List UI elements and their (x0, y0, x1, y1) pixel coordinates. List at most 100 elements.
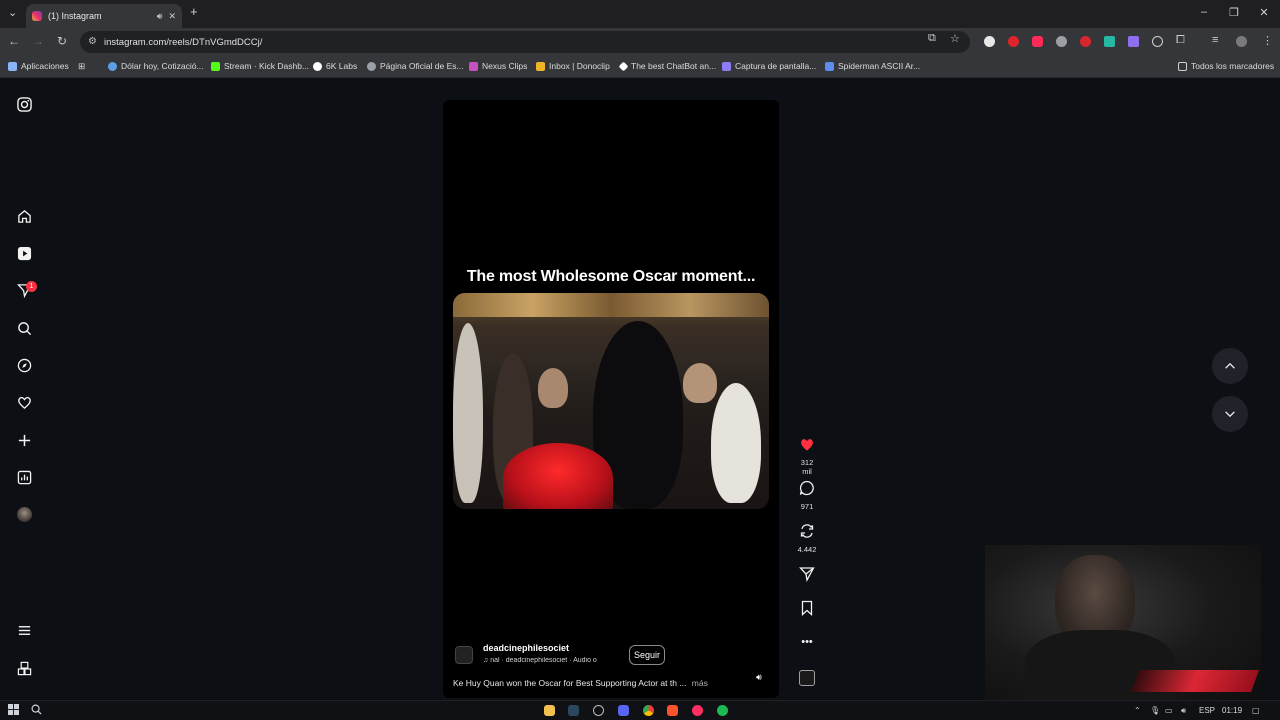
create-plus-icon[interactable] (14, 430, 34, 450)
extension-icon[interactable] (1032, 36, 1043, 47)
extension-icon[interactable] (1080, 36, 1091, 47)
more-menu-icon[interactable] (14, 620, 34, 640)
extension-icon[interactable] (1056, 36, 1067, 47)
bookmark-item[interactable]: Inbox | Donoclip (536, 61, 610, 71)
clock-time[interactable]: 01:19 (1222, 706, 1242, 715)
audio-thumbnail-image (799, 670, 815, 686)
tab-list-chevron-icon[interactable]: ⌄ (8, 6, 17, 19)
author-username[interactable]: deadcinephilesociet (483, 643, 569, 653)
bookmark-item[interactable]: 6K Labs (313, 61, 357, 71)
profile-avatar-icon[interactable] (1236, 36, 1247, 47)
save-button[interactable] (795, 600, 819, 620)
bookmark-item[interactable]: The best ChatBot an... (618, 61, 716, 71)
minimize-icon[interactable]: – (1189, 6, 1219, 18)
bookmark-item[interactable]: Captura de pantalla... (722, 61, 816, 71)
install-app-icon[interactable]: ⧉ (928, 32, 936, 45)
kick-icon (211, 61, 220, 71)
browser-toolbar: ← → ↻ ⚙ instagram.com/reels/DTnVGmdDCCj/… (0, 28, 1280, 56)
address-bar[interactable]: ⚙ instagram.com/reels/DTnVGmdDCCj/ (80, 31, 970, 53)
volume-icon[interactable]: 🔊︎ (1181, 706, 1186, 716)
bookmark-item[interactable]: Página Oficial de Es... (367, 61, 464, 71)
network-icon[interactable]: ▭ (1165, 706, 1173, 715)
globe-icon (108, 61, 117, 71)
explore-compass-icon[interactable] (14, 355, 34, 375)
notifications-icon[interactable]: ▢ (1252, 706, 1260, 715)
reel-video-caption: The most Wholesome Oscar moment... (466, 268, 756, 285)
media-controls-icon[interactable]: ≡ (1212, 34, 1218, 46)
tray-chevron-up-icon[interactable]: ⌃ (1134, 706, 1141, 715)
comment-button[interactable]: 971 (795, 480, 819, 511)
chrome-icon[interactable] (643, 705, 654, 716)
bookmarks-bar: Aplicaciones ⊞ Dólar hoy, Cotizació... S… (0, 56, 1280, 78)
bookmark-item[interactable]: Dólar hoy, Cotizació... (108, 61, 204, 71)
more-options-button[interactable]: ••• (795, 634, 819, 650)
more-link[interactable]: más (692, 678, 708, 688)
notification-badge: 1 (26, 281, 37, 292)
url-text: instagram.com/reels/DTnVGmdDCCj/ (104, 36, 263, 48)
labs-icon (313, 61, 322, 71)
extensions-puzzle-icon[interactable]: ⧠ (1176, 34, 1185, 47)
bookmark-star-icon[interactable]: ☆ (950, 32, 960, 45)
bookmark-item[interactable]: Nexus Clips (469, 61, 527, 71)
extension-icon[interactable] (1128, 36, 1139, 47)
tab-strip: ⌄ (1) Instagram 🔊︎ ✕ + – ❐ ✕ (0, 0, 1280, 28)
bookmark-icon (795, 600, 819, 620)
reel-video[interactable]: The most Wholesome Oscar moment... deadc… (443, 100, 779, 698)
speaker-icon[interactable]: 🔊︎ (157, 11, 163, 22)
brave-icon[interactable] (667, 705, 678, 716)
profile-avatar[interactable] (14, 504, 34, 524)
home-icon[interactable] (14, 206, 34, 226)
close-window-icon[interactable]: ✕ (1249, 6, 1279, 19)
media-player-icon[interactable] (692, 705, 703, 716)
new-tab-icon[interactable]: + (190, 4, 198, 19)
file-explorer-icon[interactable] (544, 705, 555, 716)
bookmark-item[interactable]: Stream · Kick Dashb... (211, 61, 309, 71)
also-from-meta-icon[interactable] (14, 658, 34, 678)
all-bookmarks[interactable]: Todos los marcadores (1178, 61, 1274, 71)
tab-instagram[interactable]: (1) Instagram 🔊︎ ✕ (26, 4, 182, 28)
bookmark-item[interactable]: Spiderman ASCII Ar... (825, 61, 920, 71)
audience-figure (683, 363, 717, 403)
like-button[interactable]: 312 mil (795, 437, 819, 476)
language-indicator[interactable]: ESP (1199, 706, 1215, 715)
extension-icon[interactable] (1104, 36, 1115, 47)
audience-figure (453, 323, 483, 503)
info-extension-icon[interactable] (1152, 36, 1163, 47)
search-icon[interactable] (14, 318, 34, 338)
reels-icon[interactable] (14, 243, 34, 263)
taskbar-search-icon[interactable] (31, 704, 42, 718)
close-tab-icon[interactable]: ✕ (168, 11, 176, 22)
spotify-icon[interactable] (717, 705, 728, 716)
instagram-logo-icon[interactable] (14, 94, 34, 114)
windows-start-icon[interactable] (8, 704, 19, 718)
extension-icon[interactable] (984, 36, 995, 47)
extension-icon[interactable] (1008, 36, 1019, 47)
like-count: 312 mil (800, 458, 814, 476)
reload-icon[interactable]: ↻ (54, 34, 70, 48)
audio-thumbnail[interactable] (795, 670, 819, 686)
steam-icon[interactable] (568, 705, 579, 716)
author-avatar[interactable] (455, 646, 473, 664)
follow-button[interactable]: Seguir (629, 645, 665, 665)
discord-icon[interactable] (618, 705, 629, 716)
notifications-heart-icon[interactable] (14, 392, 34, 412)
repost-button[interactable]: 4.442 (795, 523, 819, 554)
chevron-up-icon (1225, 362, 1235, 369)
bookmark-item[interactable]: Aplicaciones (8, 61, 69, 71)
obs-icon[interactable] (593, 705, 604, 716)
restore-icon[interactable]: ❐ (1219, 6, 1249, 19)
menu-kebab-icon[interactable]: ⋮ (1262, 34, 1273, 47)
previous-reel-button[interactable] (1212, 348, 1248, 384)
avatar-image (16, 506, 32, 522)
audio-track[interactable]: ♫ nal · deadcinephilesociet · Audio o (483, 657, 615, 664)
repost-icon (795, 523, 819, 543)
back-icon[interactable]: ← (6, 34, 22, 48)
share-button[interactable] (795, 566, 819, 586)
tab-groups-icon[interactable]: ⊞ (78, 61, 85, 72)
site-info-icon[interactable]: ⚙ (88, 36, 97, 47)
audio-toggle-icon[interactable]: 🔊︎ (751, 672, 767, 688)
forward-icon[interactable]: → (30, 34, 46, 48)
dashboard-icon[interactable] (14, 467, 34, 487)
microphone-icon[interactable]: 🎙︎ (1150, 706, 1160, 715)
next-reel-button[interactable] (1212, 396, 1248, 432)
